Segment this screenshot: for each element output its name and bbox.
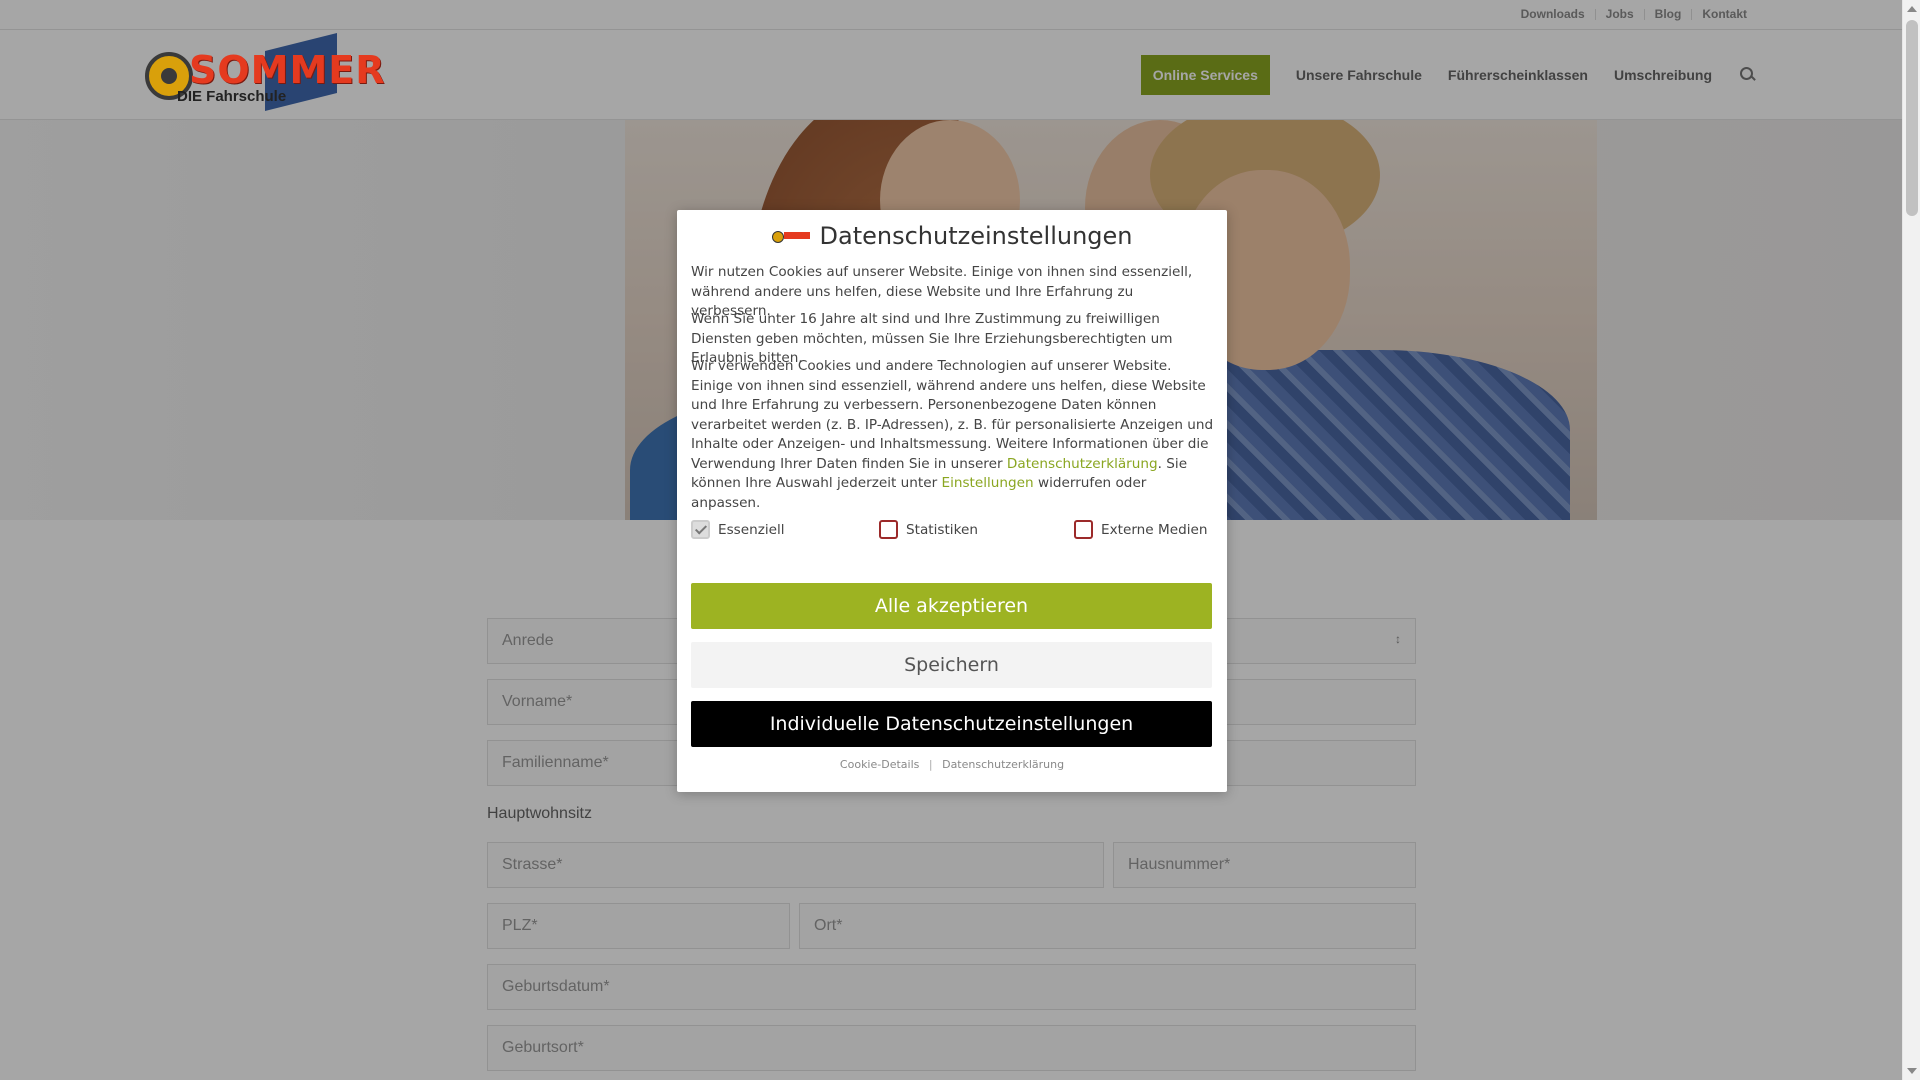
checkbox-label: Statistiken bbox=[906, 521, 978, 538]
consent-checkboxes: Essenziell Statistiken Externe Medien bbox=[691, 520, 1211, 540]
individual-settings-button[interactable]: Individuelle Datenschutzeinstellungen bbox=[691, 701, 1212, 747]
modal-footer: Cookie-Details | Datenschutzerklärung bbox=[677, 758, 1227, 771]
checkbox-essenziell: Essenziell bbox=[691, 520, 785, 539]
footer-separator: | bbox=[928, 758, 933, 771]
essenziell-checkbox-icon bbox=[691, 520, 710, 539]
page: Downloads Jobs Blog Kontakt SOMMER DIE F… bbox=[0, 0, 1902, 1080]
settings-link[interactable]: Einstellungen bbox=[941, 475, 1033, 491]
privacy-settings-modal: Datenschutzeinstellungen Wir nutzen Cook… bbox=[677, 210, 1227, 792]
accept-all-button[interactable]: Alle akzeptieren bbox=[691, 583, 1212, 629]
privacy-policy-link[interactable]: Datenschutzerklärung bbox=[1007, 456, 1158, 472]
statistiken-checkbox-icon[interactable] bbox=[879, 520, 898, 539]
page-scrollbar[interactable] bbox=[1902, 0, 1920, 1080]
modal-paragraph-3: Wir verwenden Cookies und andere Technol… bbox=[691, 357, 1216, 513]
scroll-down-arrow-icon[interactable] bbox=[1907, 1068, 1917, 1074]
scroll-up-arrow-icon[interactable] bbox=[1907, 6, 1917, 12]
checkbox-externe-medien[interactable]: Externe Medien bbox=[1074, 520, 1207, 539]
footer-privacy-policy-link[interactable]: Datenschutzerklärung bbox=[942, 758, 1064, 771]
save-button[interactable]: Speichern bbox=[691, 642, 1212, 688]
modal-title: Datenschutzeinstellungen bbox=[819, 222, 1133, 250]
checkbox-statistiken[interactable]: Statistiken bbox=[879, 520, 978, 539]
logo-subtext: DIE Fahrschule bbox=[177, 88, 287, 105]
modal-paragraph-3-text: Wir verwenden Cookies und andere Technol… bbox=[691, 358, 1214, 472]
modal-logo-icon bbox=[771, 230, 812, 243]
scrollbar-thumb[interactable] bbox=[1906, 20, 1918, 216]
externe-medien-checkbox-icon[interactable] bbox=[1074, 520, 1093, 539]
checkbox-label: Externe Medien bbox=[1101, 521, 1208, 538]
cookie-details-link[interactable]: Cookie-Details bbox=[840, 758, 919, 771]
checkbox-label: Essenziell bbox=[718, 521, 785, 538]
logo-wordmark: SOMMER bbox=[189, 48, 386, 92]
modal-header: Datenschutzeinstellungen bbox=[677, 222, 1227, 250]
